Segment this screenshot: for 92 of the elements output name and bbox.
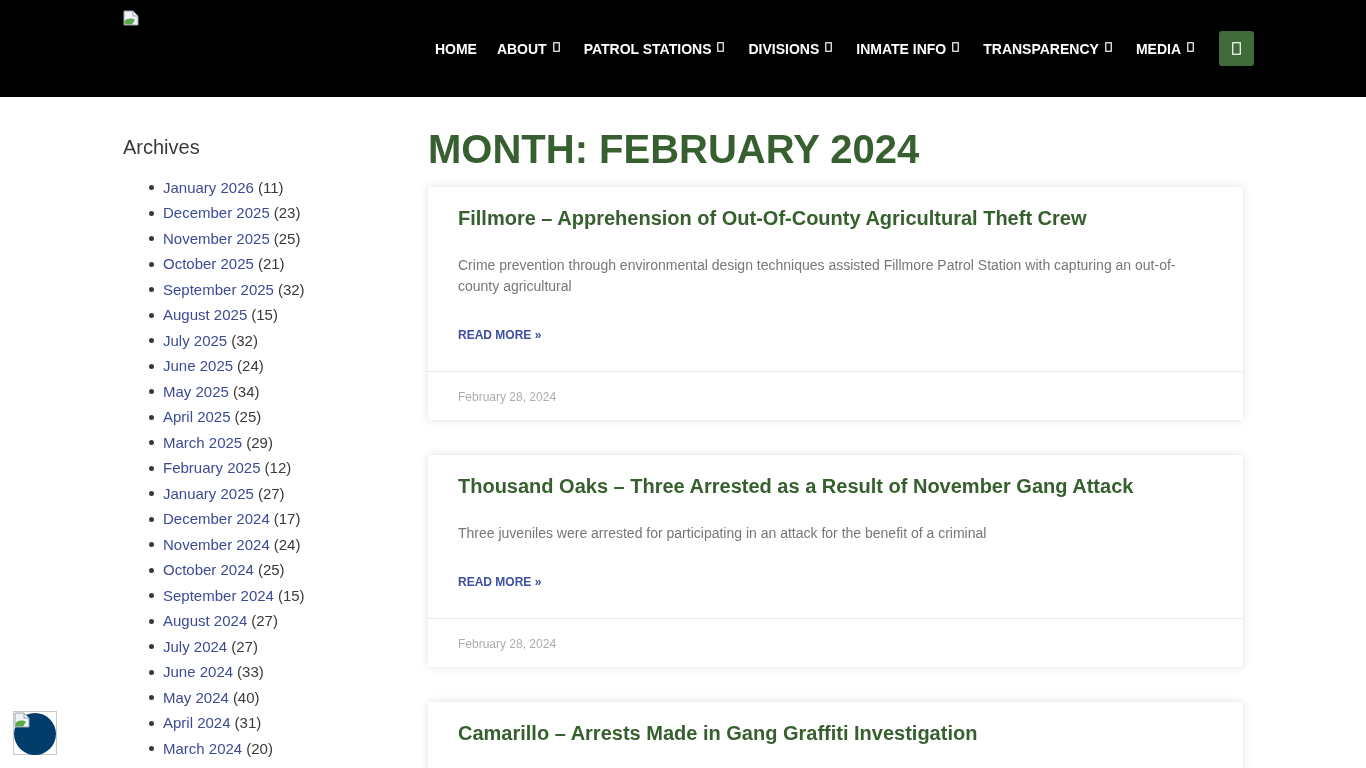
post-count: (25) <box>234 408 262 427</box>
post-count: (15) <box>251 306 278 325</box>
post-count: (21) <box>257 255 285 274</box>
header-action-button[interactable] <box>1219 31 1254 66</box>
post-count: (27) <box>231 637 258 656</box>
bullet-icon <box>149 542 154 548</box>
archive-link[interactable]: February 2025 <box>163 459 261 478</box>
post-count: (23) <box>273 204 301 223</box>
archive-link[interactable]: October 2024 <box>163 561 254 580</box>
bullet-icon <box>149 312 154 318</box>
bullet-icon <box>149 261 154 267</box>
archive-link[interactable]: June 2025 <box>163 357 234 376</box>
bullet-icon <box>149 516 154 522</box>
archive-link[interactable]: April 2024 <box>163 714 231 733</box>
nav-link[interactable]: PATROL STATIONS <box>583 38 712 59</box>
post-date: February 28, 2024 <box>458 637 557 651</box>
post-count: (33) <box>237 663 264 682</box>
post-count: (24) <box>237 357 264 376</box>
bullet-icon <box>149 644 154 650</box>
post-title-link[interactable]: Camarillo – Arrests Made in Gang Graffiti Investigation <box>458 721 1213 745</box>
archive-link[interactable]: July 2025 <box>163 331 228 350</box>
sidebar-title: Archives <box>123 135 201 159</box>
archive-link[interactable]: May 2025 <box>163 382 229 401</box>
post-excerpt: Crime prevention through environmental design techniques assisted Fillmore Patrol Station with capturing an out-of-county agricultural <box>458 256 1177 296</box>
archive-link[interactable]: July 2024 <box>163 637 228 656</box>
bullet-icon <box>149 236 154 242</box>
archive-link[interactable]: March 2024 <box>163 739 243 758</box>
archive-link[interactable]: September 2025 <box>163 280 274 299</box>
bullet-icon <box>149 363 154 369</box>
post-count: (20) <box>246 739 273 758</box>
post-count: (25) <box>257 561 285 580</box>
bullet-icon <box>149 185 154 191</box>
post-title-link[interactable]: Fillmore – Apprehension of Out-Of-County Agricultural Theft Crew <box>458 206 1213 230</box>
post-count: (40) <box>232 688 260 707</box>
archive-link[interactable]: August 2025 <box>163 306 248 325</box>
bullet-icon <box>149 669 154 675</box>
bullet-icon <box>149 567 154 573</box>
post-count: (24) <box>273 535 301 554</box>
bullet-icon <box>149 440 154 446</box>
post-count: (29) <box>246 433 273 452</box>
nav-link[interactable]: TRANSPARENCY <box>983 38 1099 59</box>
archive-link[interactable]: December 2025 <box>163 204 270 223</box>
archive-link[interactable]: November 2025 <box>163 229 270 248</box>
archive-link[interactable]: March 2025 <box>163 433 243 452</box>
post-count: (11) <box>257 178 284 197</box>
archive-link[interactable]: January 2025 <box>163 484 254 503</box>
broken-image-icon <box>123 10 139 26</box>
post-count: (12) <box>264 459 292 478</box>
archive-link[interactable]: December 2024 <box>163 510 270 529</box>
read-more-link[interactable]: READ MORE » <box>458 575 542 589</box>
bullet-icon <box>149 338 154 344</box>
post-count: (34) <box>232 382 260 401</box>
broken-image-icon <box>14 712 30 728</box>
bullet-icon <box>149 695 154 701</box>
nav-link[interactable]: INMATE INFO <box>856 38 947 59</box>
nav-link[interactable]: ABOUT <box>496 38 547 59</box>
post-count: (32) <box>277 280 305 299</box>
bullet-icon <box>149 210 154 216</box>
archive-link[interactable]: August 2024 <box>163 612 248 631</box>
post-count: (27) <box>257 484 285 503</box>
bullet-icon <box>149 414 154 420</box>
accessibility-button[interactable] <box>13 711 57 755</box>
post-title-link[interactable]: Thousand Oaks – Three Arrested as a Result of November Gang Attack <box>458 474 1213 498</box>
bullet-icon <box>149 618 154 624</box>
bullet-icon <box>149 720 154 726</box>
post-count: (25) <box>273 229 301 248</box>
page-heading: MONTH: FEBRUARY 2024 <box>428 126 921 173</box>
missing-glyph-icon <box>1232 42 1241 55</box>
bullet-icon <box>149 287 154 293</box>
archive-link[interactable]: May 2024 <box>163 688 229 707</box>
nav-link[interactable]: HOME <box>434 38 477 59</box>
read-more-link[interactable]: READ MORE » <box>458 328 542 342</box>
post-count: (32) <box>231 331 258 350</box>
bullet-icon <box>149 389 154 395</box>
post-date: February 28, 2024 <box>458 390 557 404</box>
nav-link[interactable]: DIVISIONS <box>748 38 820 59</box>
archive-link[interactable]: January 2026 <box>163 178 254 197</box>
bullet-icon <box>149 491 154 497</box>
post-count: (31) <box>234 714 262 733</box>
post-count: (15) <box>277 586 305 605</box>
post-count: (17) <box>273 510 301 529</box>
post-count: (27) <box>251 612 278 631</box>
bullet-icon <box>149 465 154 471</box>
archive-link[interactable]: June 2024 <box>163 663 234 682</box>
archive-link[interactable]: November 2024 <box>163 535 270 554</box>
bullet-icon <box>149 593 154 599</box>
bullet-icon <box>149 746 154 752</box>
post-excerpt: Three juveniles were arrested for participating in an attack for the benefit of a criminal <box>458 524 988 543</box>
nav-link[interactable]: MEDIA <box>1135 38 1181 59</box>
archive-link[interactable]: April 2025 <box>163 408 231 427</box>
archive-link[interactable]: October 2025 <box>163 255 254 274</box>
archive-link[interactable]: September 2024 <box>163 586 274 605</box>
